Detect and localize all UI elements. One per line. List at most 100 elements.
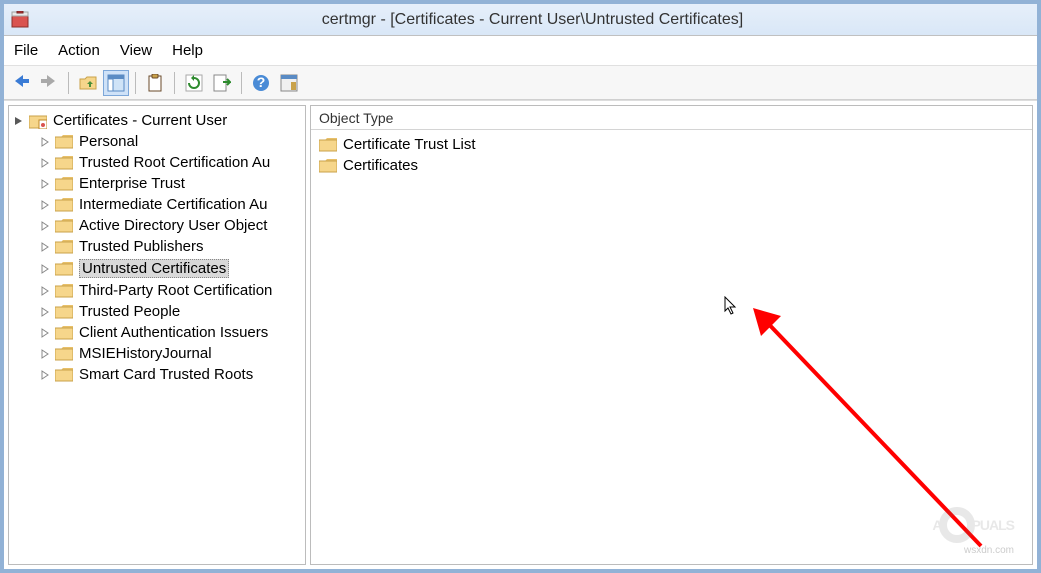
tree-root-container: Certificates - Current User Personal Trus… [9,106,305,389]
list-item-label: Certificate Trust List [343,136,476,153]
expand-icon[interactable] [39,285,51,297]
back-arrow-icon [11,73,31,92]
toolbar: ? [4,66,1037,100]
list-column-header[interactable]: Object Type [311,106,1032,130]
tree-item-label: Smart Card Trusted Roots [79,366,253,383]
tree-item-label: Third-Party Root Certification [79,282,272,299]
folder-icon [55,177,73,191]
console-tree-icon [107,74,125,92]
menu-view[interactable]: View [120,42,152,59]
export-list-icon [213,74,231,92]
expand-icon[interactable] [39,199,51,211]
tree-item-label: Trusted Publishers [79,238,204,255]
list-item[interactable]: Certificate Trust List [311,134,1032,155]
forward-button[interactable] [36,70,62,96]
tree-item[interactable]: Trusted Root Certification Au [9,152,305,173]
refresh-button[interactable] [181,70,207,96]
tree-item[interactable]: Active Directory User Object [9,215,305,236]
collapse-icon[interactable] [13,115,25,127]
annotation-arrow [751,306,1011,565]
tree-item-label: Intermediate Certification Au [79,196,267,213]
show-hide-tree-button[interactable] [103,70,129,96]
menu-help[interactable]: Help [172,42,203,59]
copy-button[interactable] [142,70,168,96]
cert-store-icon [29,113,47,129]
options-button[interactable] [276,70,302,96]
tree-item-label: Client Authentication Issuers [79,324,268,341]
list-pane[interactable]: Object Type Certificate Trust List Certif… [310,105,1033,565]
toolbar-separator [68,72,69,94]
expand-icon[interactable] [39,327,51,339]
forward-arrow-icon [39,73,59,92]
tree-item-label: Trusted People [79,303,180,320]
tree-item[interactable]: MSIEHistoryJournal [9,343,305,364]
folder-icon [55,305,73,319]
folder-icon [55,156,73,170]
expand-icon[interactable] [39,178,51,190]
toolbar-separator [135,72,136,94]
toolbar-separator [241,72,242,94]
back-button[interactable] [8,70,34,96]
expand-icon[interactable] [39,136,51,148]
folder-icon [55,198,73,212]
expand-icon[interactable] [39,220,51,232]
expand-icon[interactable] [39,348,51,360]
folder-icon [55,135,73,149]
watermark: A PUALS [932,506,1014,544]
folder-icon [319,138,337,152]
refresh-icon [185,74,203,92]
expand-icon[interactable] [39,369,51,381]
tree-item-label: Enterprise Trust [79,175,185,192]
window-title: certmgr - [Certificates - Current User\U… [34,11,1031,29]
tree-item[interactable]: Personal [9,131,305,152]
tree-item[interactable]: Third-Party Root Certification [9,280,305,301]
toolbar-separator [174,72,175,94]
tree-item-label: Trusted Root Certification Au [79,154,270,171]
folder-icon [55,262,73,276]
help-button[interactable]: ? [248,70,274,96]
tree-pane[interactable]: Certificates - Current User Personal Trus… [8,105,306,565]
tree-item[interactable]: Enterprise Trust [9,173,305,194]
tree-root-node[interactable]: Certificates - Current User [9,110,305,131]
help-icon: ? [252,74,270,92]
folder-icon [319,159,337,173]
up-button[interactable] [75,70,101,96]
menubar: File Action View Help [4,36,1037,66]
folder-icon [55,219,73,233]
tree-root-label: Certificates - Current User [53,112,227,129]
expand-icon[interactable] [39,157,51,169]
watermark-a: A [932,517,941,533]
expand-icon[interactable] [39,263,51,275]
svg-text:?: ? [257,74,266,90]
tree-item[interactable]: Smart Card Trusted Roots [9,364,305,385]
tree-item-label: Untrusted Certificates [79,259,229,278]
tree-item[interactable]: Untrusted Certificates [9,257,305,280]
list-item[interactable]: Certificates [311,155,1032,176]
tree-item[interactable]: Intermediate Certification Au [9,194,305,215]
tree-item[interactable]: Trusted Publishers [9,236,305,257]
folder-icon [55,240,73,254]
content-area: Certificates - Current User Personal Trus… [4,100,1037,569]
clipboard-icon [147,74,163,92]
watermark-ring-icon [938,506,976,544]
folder-up-icon [79,74,97,92]
cursor-icon [724,296,740,316]
tree-item-label: Active Directory User Object [79,217,267,234]
export-button[interactable] [209,70,235,96]
app-window: certmgr - [Certificates - Current User\U… [0,0,1041,573]
expand-icon[interactable] [39,241,51,253]
list-item-label: Certificates [343,157,418,174]
titlebar: certmgr - [Certificates - Current User\U… [4,4,1037,36]
tree-item[interactable]: Trusted People [9,301,305,322]
properties-icon [280,74,298,92]
expand-icon[interactable] [39,306,51,318]
folder-icon [55,326,73,340]
menu-action[interactable]: Action [58,42,100,59]
folder-icon [55,347,73,361]
folder-icon [55,368,73,382]
tree-item-label: Personal [79,133,138,150]
watermark-text: PUALS [972,517,1014,533]
menu-file[interactable]: File [14,42,38,59]
tree-item[interactable]: Client Authentication Issuers [9,322,305,343]
folder-icon [55,284,73,298]
